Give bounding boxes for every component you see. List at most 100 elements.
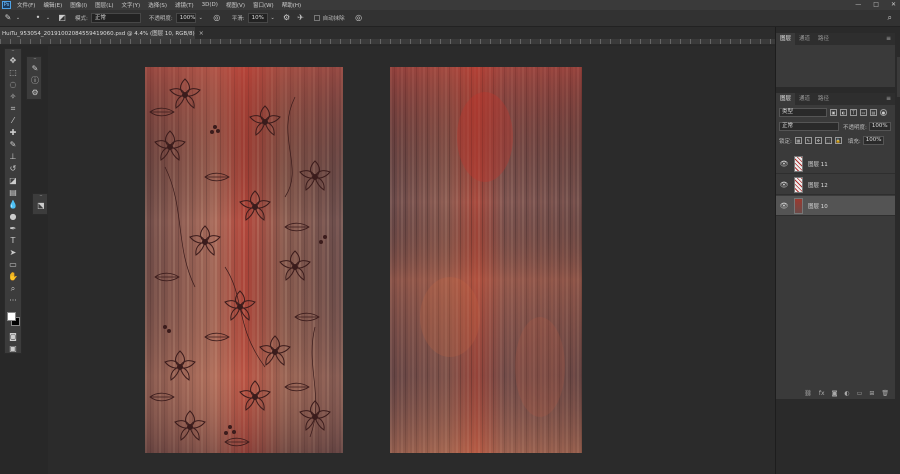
eyedropper-tool-icon[interactable]: ⁄	[5, 115, 21, 127]
lock-paint-icon[interactable]: ✎	[804, 137, 812, 144]
delete-layer-icon[interactable]: 🗑	[881, 390, 889, 397]
menu-type[interactable]: 文字(Y)	[122, 1, 141, 9]
shape-tool-icon[interactable]: ▭	[5, 259, 21, 271]
blend-mode-select[interactable]: 正常	[779, 122, 839, 131]
foreground-color-swatch[interactable]	[7, 312, 16, 321]
menu-3d[interactable]: 3D(D)	[202, 2, 218, 8]
eye-icon[interactable]: 👁	[776, 160, 792, 168]
adjustment-filter-icon[interactable]: ◐	[840, 109, 847, 116]
blur-tool-icon[interactable]: 💧	[5, 199, 21, 211]
brush-tool-icon[interactable]: ✎	[5, 139, 21, 151]
zoom-tool-icon[interactable]: ⌕	[5, 283, 21, 295]
tab-layers[interactable]: 图层	[776, 33, 796, 45]
layer-opacity-input[interactable]: 100%	[868, 122, 891, 131]
menu-help[interactable]: 帮助(H)	[282, 1, 301, 9]
close-window-button[interactable]: ✕	[891, 0, 896, 10]
layer-filter-select[interactable]: 类型	[779, 108, 827, 117]
maximize-button[interactable]: □	[873, 0, 879, 10]
chevron-down-icon[interactable]: ⌄	[13, 13, 23, 23]
new-adjustment-icon[interactable]: ◐	[844, 390, 849, 397]
menu-view[interactable]: 视图(V)	[226, 1, 245, 9]
layer-style-icon[interactable]: fx	[819, 390, 825, 397]
tab-paths[interactable]: 路径	[814, 33, 833, 45]
healing-tool-icon[interactable]: ✚	[5, 127, 21, 139]
auto-erase-checkbox[interactable]	[313, 15, 320, 21]
eraser-tool-icon[interactable]: ✎	[3, 13, 13, 23]
shape-filter-icon[interactable]: ▭	[860, 109, 867, 116]
dodge-tool-icon[interactable]: ●	[5, 211, 21, 223]
tab-paths[interactable]: 路径	[814, 93, 833, 105]
eye-icon[interactable]: 👁	[776, 202, 792, 210]
tab-channels[interactable]: 通道	[795, 33, 814, 45]
history-brush-icon[interactable]: ↺	[5, 163, 21, 175]
info-icon[interactable]: ⓘ	[27, 75, 43, 87]
brush-settings-icon[interactable]: ✎	[27, 63, 43, 75]
crop-tool-icon[interactable]: ⌗	[5, 103, 21, 115]
layer-row[interactable]: 👁 图层 10	[776, 196, 895, 216]
gear-icon[interactable]: ⚙	[282, 13, 292, 23]
screen-mode-icon[interactable]: ▣	[5, 343, 21, 355]
stamp-tool-icon[interactable]: ⊥	[5, 151, 21, 163]
pen-tool-icon[interactable]: ✒	[5, 223, 21, 235]
panel-menu-icon[interactable]: ≡	[886, 95, 891, 102]
new-layer-icon[interactable]: ⊞	[869, 390, 874, 397]
chevron-down-icon[interactable]: ⌄	[268, 13, 278, 23]
menu-edit[interactable]: 编辑(E)	[43, 1, 62, 9]
close-icon[interactable]: ×	[199, 30, 204, 37]
lock-pixels-icon[interactable]: ▦	[794, 137, 802, 144]
minimize-button[interactable]: —	[855, 0, 861, 10]
panel-menu-icon[interactable]: ≡	[886, 35, 891, 42]
menu-layer[interactable]: 图层(L)	[95, 1, 113, 9]
mode-select[interactable]: 正常	[90, 13, 141, 23]
mode-label: 模式:	[75, 16, 88, 22]
tab-layers[interactable]: 图层	[776, 93, 796, 105]
brush-panel-icon[interactable]: ◩	[57, 13, 67, 23]
type-tool-icon[interactable]: T	[5, 235, 21, 247]
menu-select[interactable]: 选择(S)	[148, 1, 167, 9]
painted-texture-image	[390, 67, 582, 453]
quick-select-tool-icon[interactable]: ✧	[5, 91, 21, 103]
tab-channels[interactable]: 通道	[795, 93, 814, 105]
canvas-area[interactable]	[48, 46, 775, 474]
hand-tool-icon[interactable]: ✋	[5, 271, 21, 283]
smoothing-input[interactable]: 10%	[247, 13, 268, 23]
pressure-opacity-icon[interactable]: ◎	[212, 13, 222, 23]
add-mask-icon[interactable]: ◙	[832, 390, 838, 397]
chevron-down-icon[interactable]: ⌄	[196, 13, 206, 23]
lasso-tool-icon[interactable]: ◌	[5, 79, 21, 91]
pressure-size-icon[interactable]: ◎	[354, 13, 364, 23]
layer-row[interactable]: 👁 图层 12	[776, 175, 895, 195]
lock-position-icon[interactable]: ✥	[814, 137, 822, 144]
search-icon[interactable]: ⌕	[888, 13, 892, 23]
smart-object-filter-icon[interactable]: ▤	[870, 109, 877, 116]
type-filter-icon[interactable]: T	[850, 109, 857, 116]
pixel-filter-icon[interactable]: ▣	[830, 109, 837, 116]
airbrush-icon[interactable]: ✈	[296, 13, 306, 23]
brush-preset-icon[interactable]: •	[33, 13, 43, 23]
eraser-tool-icon[interactable]: ◪	[5, 175, 21, 187]
path-select-tool-icon[interactable]: ➤	[5, 247, 21, 259]
more-tools-icon[interactable]: ···	[5, 295, 21, 307]
opacity-input[interactable]: 100%	[175, 13, 196, 23]
menu-file[interactable]: 文件(F)	[17, 1, 35, 9]
quick-mask-icon[interactable]: ◙	[5, 331, 21, 343]
new-group-icon[interactable]: ▭	[857, 390, 863, 397]
brush-preview-icon[interactable]: ⬔	[33, 200, 49, 212]
lock-artboard-icon[interactable]: ⬚	[824, 137, 832, 144]
menu-filter[interactable]: 滤镜(T)	[175, 1, 194, 9]
adjustments-icon[interactable]: ⚙	[27, 87, 43, 99]
color-swatches[interactable]	[5, 311, 21, 327]
gradient-tool-icon[interactable]: ▤	[5, 187, 21, 199]
layer-row[interactable]: 👁 图层 11	[776, 154, 895, 174]
fill-input[interactable]: 100%	[862, 136, 885, 145]
eye-icon[interactable]: 👁	[776, 181, 792, 189]
document-tab[interactable]: HuiTu_953054_20191002084559419060.psd @ …	[0, 27, 204, 39]
marquee-tool-icon[interactable]: ⬚	[5, 67, 21, 79]
menu-image[interactable]: 图像(I)	[70, 1, 87, 9]
link-layers-icon[interactable]: ⛓	[804, 390, 812, 397]
move-tool-icon[interactable]: ✥	[5, 55, 21, 67]
lock-all-icon[interactable]: 🔒	[834, 137, 842, 144]
filter-toggle-icon[interactable]: ●	[880, 109, 887, 116]
chevron-down-icon[interactable]: ⌄	[43, 13, 53, 23]
menu-window[interactable]: 窗口(W)	[253, 1, 274, 9]
